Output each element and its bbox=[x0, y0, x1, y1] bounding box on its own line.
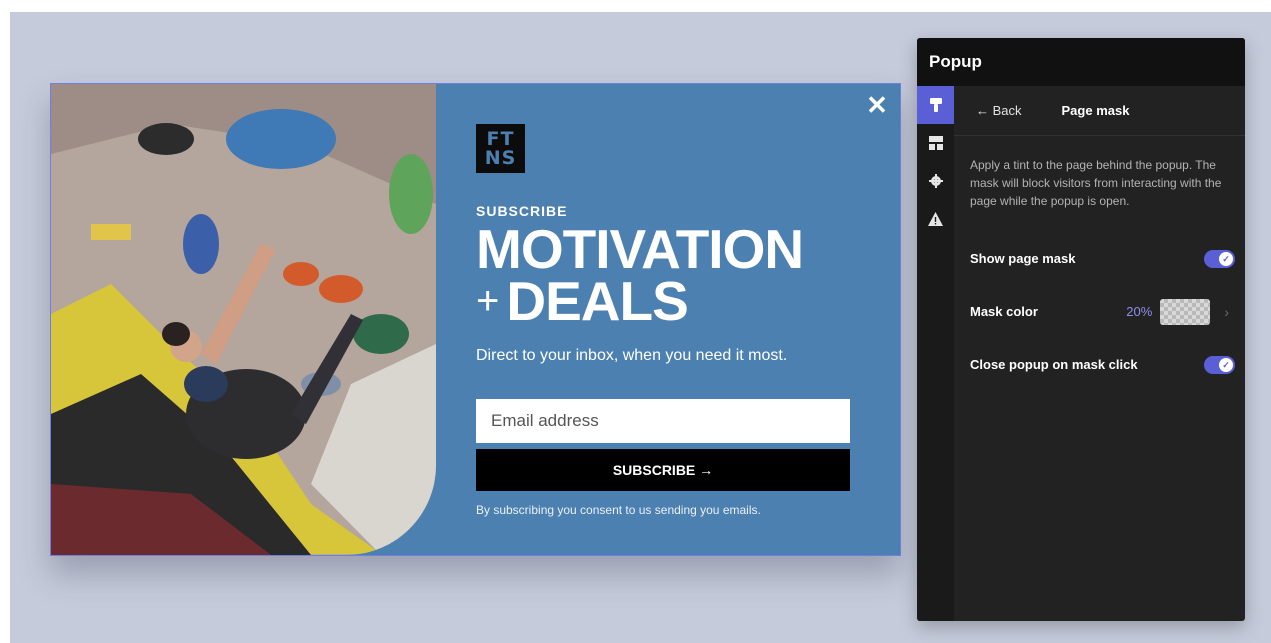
check-icon: ✓ bbox=[1219, 251, 1233, 266]
mask-opacity: 20% bbox=[1126, 304, 1153, 319]
settings-panel: Popup ← Back Page mask Apply a tint to t… bbox=[917, 38, 1245, 621]
section-title: Page mask bbox=[1061, 103, 1130, 118]
eyebrow-label: SUBSCRIBE bbox=[476, 203, 568, 219]
close-on-click-label: Close popup on mask click bbox=[970, 357, 1138, 372]
panel-rail bbox=[917, 86, 954, 621]
headline-deals: DEALS bbox=[506, 270, 688, 332]
check-icon: ✓ bbox=[1219, 357, 1233, 372]
close-on-click-toggle[interactable]: ✓ bbox=[1204, 355, 1235, 374]
close-on-click-row: Close popup on mask click ✓ bbox=[954, 338, 1245, 391]
gear-icon[interactable] bbox=[917, 162, 954, 200]
email-field[interactable] bbox=[476, 399, 850, 443]
show-mask-row: Show page mask ✓ bbox=[954, 232, 1245, 285]
popup-preview[interactable]: ✕ FT NS SUBSCRIBE MOTIVATION + DEALS Dire… bbox=[50, 83, 901, 556]
climber-photo bbox=[51, 84, 436, 555]
headline: MOTIVATION + DEALS bbox=[476, 218, 852, 329]
subnav: ← Back Page mask bbox=[954, 86, 1245, 136]
close-icon[interactable]: ✕ bbox=[866, 92, 888, 118]
layout-icon[interactable] bbox=[917, 124, 954, 162]
logo-line-2: NS bbox=[484, 147, 517, 169]
paint-brush-icon[interactable] bbox=[917, 86, 954, 124]
section-description: Apply a tint to the page behind the popu… bbox=[970, 158, 1222, 208]
mask-color-swatch[interactable] bbox=[1160, 298, 1211, 325]
show-mask-toggle[interactable]: ✓ bbox=[1204, 249, 1235, 268]
panel-body: ← Back Page mask Apply a tint to the pag… bbox=[954, 86, 1245, 621]
headline-line-2: + DEALS bbox=[476, 274, 852, 329]
brand-logo: FT NS bbox=[476, 124, 525, 173]
panel-title: Popup bbox=[917, 38, 1245, 86]
back-button[interactable]: ← Back bbox=[976, 103, 1022, 118]
plus-glyph: + bbox=[476, 279, 499, 323]
warning-icon[interactable] bbox=[917, 200, 954, 238]
headline-line-1: MOTIVATION bbox=[476, 218, 804, 280]
popup-subtext: Direct to your inbox, when you need it m… bbox=[476, 347, 788, 364]
consent-text: By subscribing you consent to us sending… bbox=[476, 503, 761, 517]
show-mask-label: Show page mask bbox=[970, 251, 1076, 266]
popup-content: FT NS SUBSCRIBE MOTIVATION + DEALS Direct… bbox=[476, 124, 852, 517]
subscribe-button[interactable]: SUBSCRIBE → bbox=[476, 449, 850, 491]
chevron-right-icon[interactable]: › bbox=[1224, 304, 1229, 320]
mask-color-label: Mask color bbox=[970, 304, 1038, 319]
mask-color-row: Mask color 20% › bbox=[954, 285, 1245, 338]
